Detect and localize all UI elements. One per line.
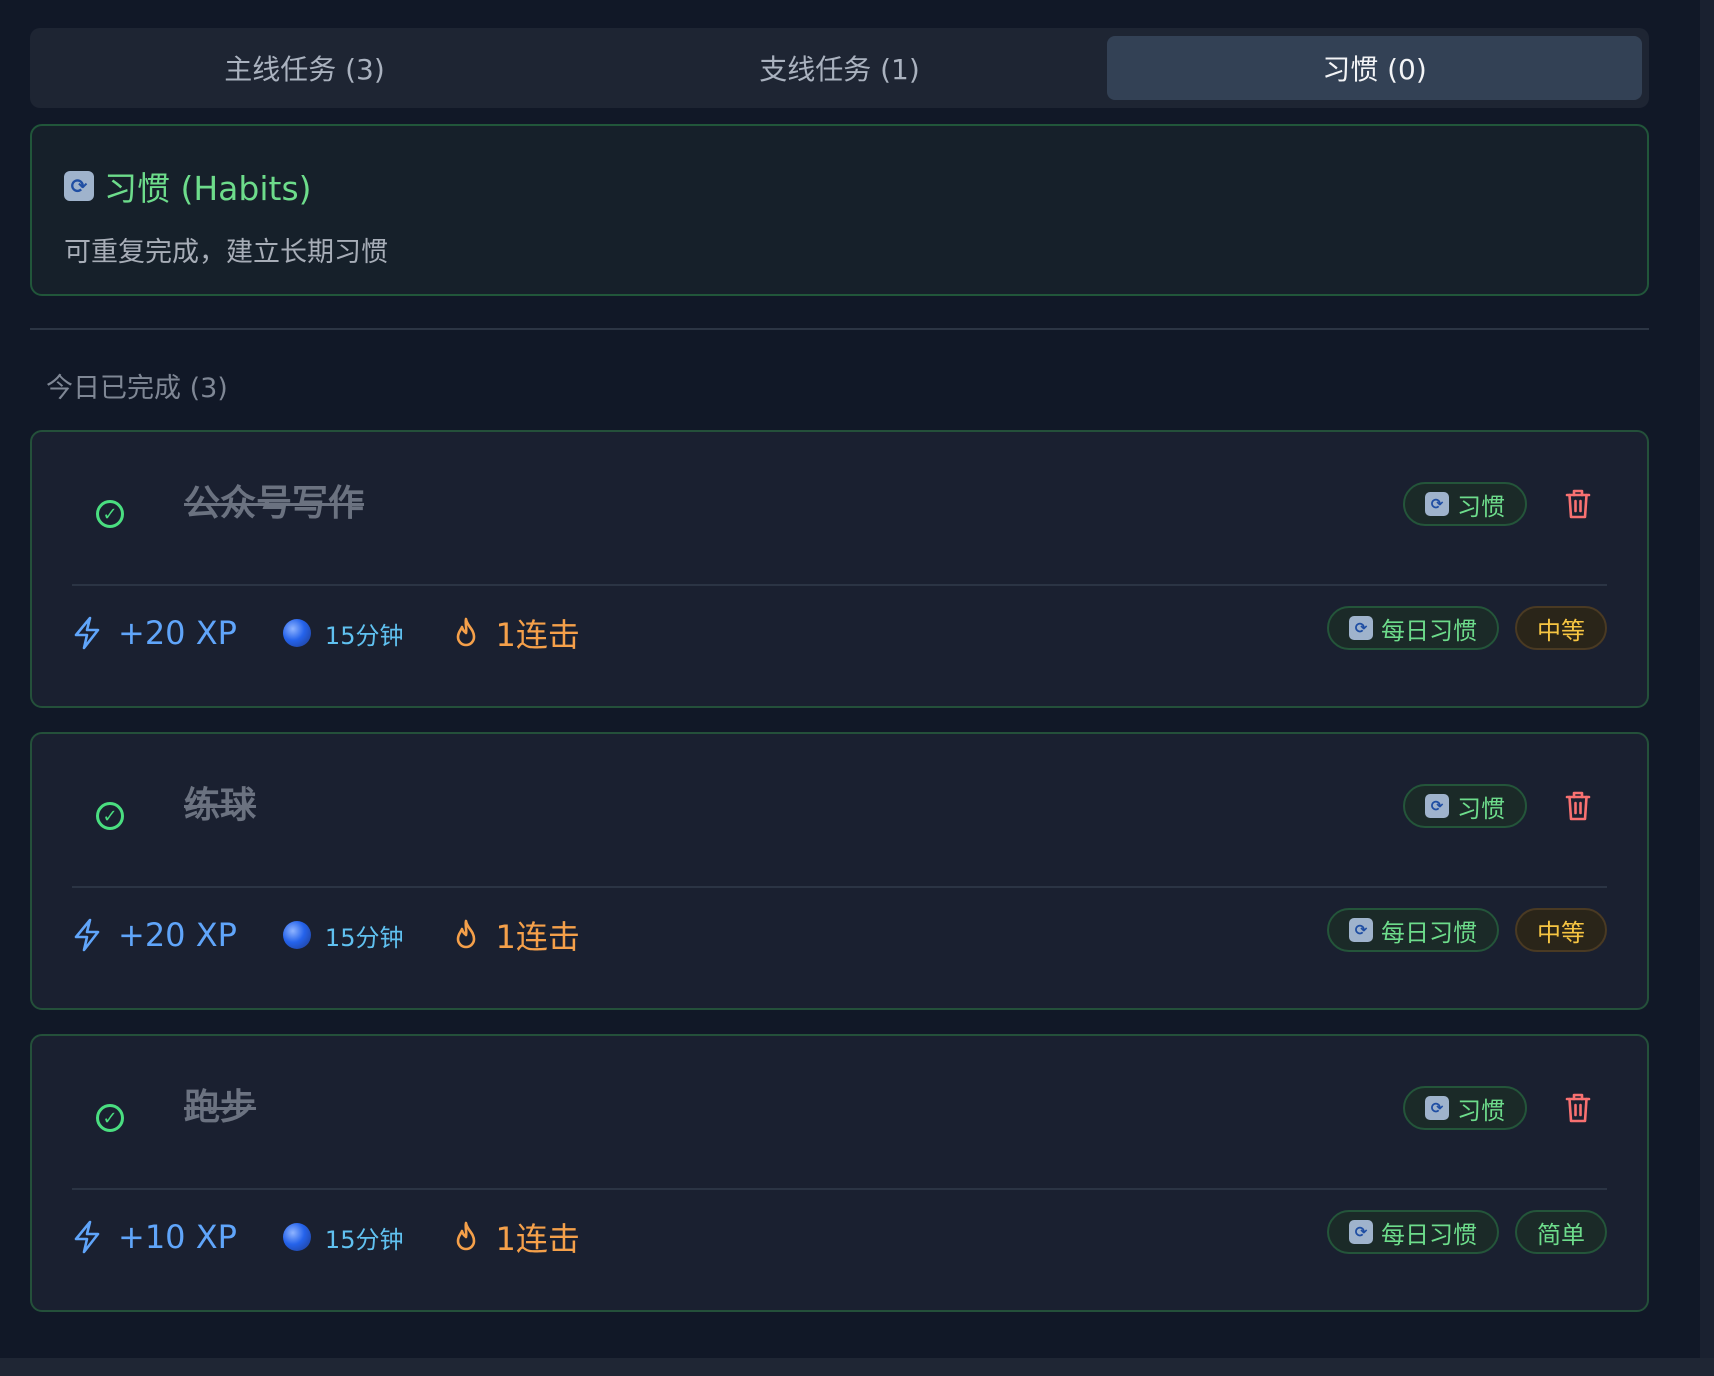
frequency-label: 每日习惯 [1381, 1220, 1477, 1249]
task-meta: +20 XP 15分钟 1连击 [72, 608, 580, 658]
daily-habit-badge: ⟳ 每日习惯 [1327, 1210, 1499, 1254]
lightning-icon [74, 918, 100, 952]
habit-type-label: 习惯 [1457, 492, 1505, 521]
habits-info-title: 习惯 (Habits) [104, 169, 312, 208]
refresh-icon: ⟳ [1425, 1096, 1449, 1120]
card-separator [72, 886, 1607, 888]
xp-reward: +10 XP [118, 1218, 237, 1256]
task-title: 练球 [184, 785, 257, 826]
check-circle-icon[interactable]: ✓ [96, 802, 124, 830]
xp-reward: +20 XP [118, 614, 237, 652]
trash-icon[interactable] [1565, 488, 1591, 520]
divider [30, 328, 1649, 330]
habits-panel: 主线任务 (3) 支线任务 (1) 习惯 (0) ⟳ 习惯 (Habits) 可… [30, 28, 1649, 1312]
task-card[interactable]: ✓ 公众号写作 ⟳ 习惯 +20 XP 15分钟 1连击 ⟳ 每日习惯 中等 [30, 430, 1649, 708]
flame-icon [457, 617, 476, 647]
blue-circle-icon [282, 619, 311, 647]
task-title: 公众号写作 [184, 483, 365, 524]
tab-bar: 主线任务 (3) 支线任务 (1) 习惯 (0) [30, 28, 1649, 108]
habit-type-label: 习惯 [1457, 794, 1505, 823]
refresh-icon: ⟳ [1349, 1220, 1373, 1244]
tab-habits[interactable]: 习惯 (0) [1107, 36, 1642, 100]
tab-main-quests[interactable]: 主线任务 (3) [37, 36, 572, 100]
flame-icon [457, 1221, 476, 1251]
habits-info-card: ⟳ 习惯 (Habits) 可重复完成，建立长期习惯 [30, 124, 1649, 296]
habit-type-badge: ⟳ 习惯 [1403, 1086, 1527, 1130]
bottom-strip [0, 1358, 1714, 1376]
flame-icon [457, 919, 476, 949]
streak-count: 1连击 [495, 616, 580, 654]
lightning-icon [74, 616, 100, 650]
check-circle-icon[interactable]: ✓ [96, 500, 124, 528]
habits-info-title-row: ⟳ 习惯 (Habits) [64, 162, 1615, 210]
habits-info-description: 可重复完成，建立长期习惯 [64, 237, 388, 268]
task-meta: +10 XP 15分钟 1连击 [72, 1212, 580, 1262]
xp-reward: +20 XP [118, 916, 237, 954]
daily-habit-badge: ⟳ 每日习惯 [1327, 908, 1499, 952]
trash-icon[interactable] [1565, 790, 1591, 822]
habit-type-badge: ⟳ 习惯 [1403, 784, 1527, 828]
frequency-label: 每日习惯 [1381, 918, 1477, 947]
blue-circle-icon [282, 921, 311, 949]
task-meta: +20 XP 15分钟 1连击 [72, 910, 580, 960]
refresh-icon: ⟳ [1425, 492, 1449, 516]
trash-icon[interactable] [1565, 1092, 1591, 1124]
refresh-icon: ⟳ [1349, 616, 1373, 640]
task-title: 跑步 [184, 1087, 257, 1128]
section-title: 今日已完成 (3) [46, 373, 228, 404]
refresh-icon: ⟳ [64, 171, 94, 201]
daily-habit-badge: ⟳ 每日习惯 [1327, 606, 1499, 650]
streak-count: 1连击 [495, 1220, 580, 1258]
scrollbar-track[interactable] [1700, 0, 1714, 1376]
habit-type-badge: ⟳ 习惯 [1403, 482, 1527, 526]
tab-side-quests[interactable]: 支线任务 (1) [572, 36, 1107, 100]
habit-type-label: 习惯 [1457, 1096, 1505, 1125]
duration: 15分钟 [324, 621, 404, 650]
refresh-icon: ⟳ [1425, 794, 1449, 818]
task-card[interactable]: ✓ 跑步 ⟳ 习惯 +10 XP 15分钟 1连击 ⟳ 每日习惯 简单 [30, 1034, 1649, 1312]
difficulty-badge: 简单 [1515, 1210, 1607, 1254]
check-circle-icon[interactable]: ✓ [96, 1104, 124, 1132]
duration: 15分钟 [324, 1225, 404, 1254]
task-list: ✓ 公众号写作 ⟳ 习惯 +20 XP 15分钟 1连击 ⟳ 每日习惯 中等 ✓… [30, 430, 1649, 1312]
card-separator [72, 1188, 1607, 1190]
task-card[interactable]: ✓ 练球 ⟳ 习惯 +20 XP 15分钟 1连击 ⟳ 每日习惯 中等 [30, 732, 1649, 1010]
card-separator [72, 584, 1607, 586]
streak-count: 1连击 [495, 918, 580, 956]
duration: 15分钟 [324, 923, 404, 952]
refresh-icon: ⟳ [1349, 918, 1373, 942]
frequency-label: 每日习惯 [1381, 616, 1477, 645]
difficulty-badge: 中等 [1515, 908, 1607, 952]
blue-circle-icon [282, 1223, 311, 1251]
lightning-icon [74, 1220, 100, 1254]
difficulty-badge: 中等 [1515, 606, 1607, 650]
